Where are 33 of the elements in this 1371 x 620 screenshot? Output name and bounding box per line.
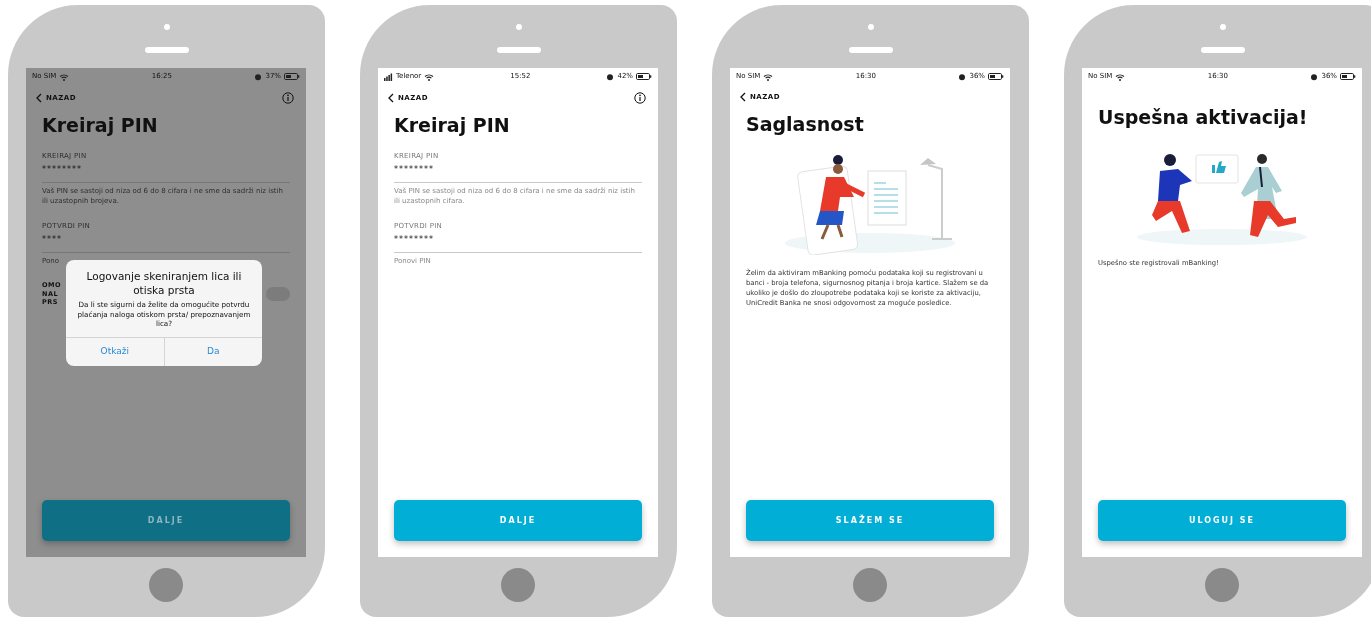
home-button[interactable]	[149, 568, 183, 602]
screen-title: Kreiraj PIN	[393, 113, 511, 137]
wifi-icon	[424, 72, 435, 81]
battery-icon	[636, 73, 652, 80]
speaker-drawing	[1199, 23, 1246, 55]
info-icon	[634, 92, 646, 104]
speaker-drawing	[143, 23, 190, 55]
wifi-icon	[1115, 72, 1126, 81]
chevron-left-icon	[740, 92, 746, 103]
dialog-title: Logovanje skeniranjem lica ili otiska prsta	[85, 269, 243, 298]
dialog-button[interactable]: Otkaži	[66, 338, 164, 366]
home-button[interactable]	[501, 568, 535, 602]
wifi-icon	[59, 72, 70, 81]
home-button[interactable]	[853, 568, 887, 602]
signal-icon	[384, 72, 393, 81]
screen-title: Saglasnost	[745, 111, 865, 136]
speaker-drawing	[847, 23, 894, 55]
dialog-button[interactable]: Da	[163, 338, 262, 366]
screen-title: Kreiraj PIN	[41, 113, 159, 137]
chevron-left-icon	[36, 93, 42, 103]
pin-field[interactable]: ****	[42, 231, 290, 254]
pin-field[interactable]: ********	[394, 161, 642, 184]
info-icon	[282, 92, 294, 104]
pin-field[interactable]: ********	[394, 231, 642, 254]
screen-title: Uspešna aktivacija!	[1097, 105, 1309, 129]
pin-field[interactable]: ********	[42, 161, 290, 184]
wifi-icon	[763, 72, 774, 81]
home-button[interactable]	[1205, 568, 1239, 602]
battery-icon	[284, 73, 300, 80]
speaker-drawing	[495, 23, 542, 55]
battery-icon	[988, 73, 1004, 80]
battery-icon	[1340, 73, 1356, 80]
chevron-left-icon	[388, 93, 394, 103]
